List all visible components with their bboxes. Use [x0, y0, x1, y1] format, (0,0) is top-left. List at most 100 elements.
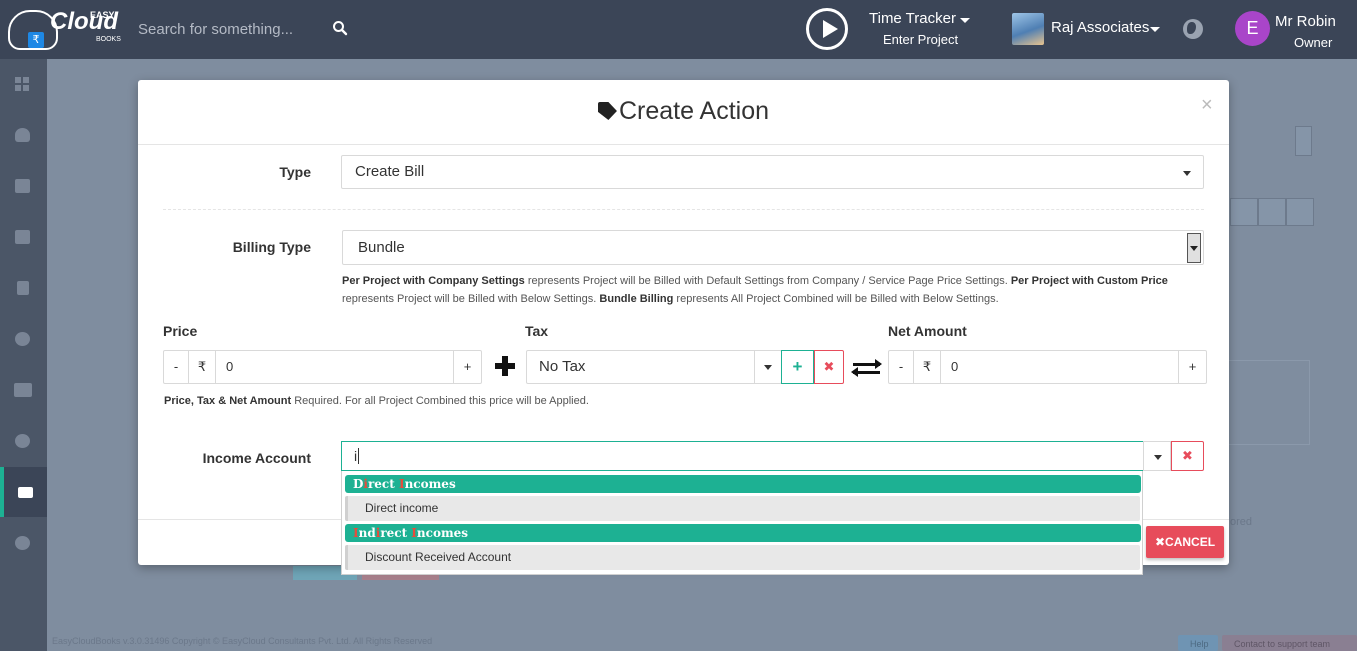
billing-type-help-text: Per Project with Company Settings repres… [342, 272, 1212, 308]
logo-books-text: BOOKS [96, 36, 121, 43]
dropdown-group-direct-incomes: Direct Incomes [345, 475, 1141, 493]
tax-dropdown-button[interactable] [754, 351, 781, 383]
billing-type-label: Billing Type [232, 239, 311, 255]
exchange-icon [851, 359, 882, 377]
help-bold-2: Per Project with Custom Price [1010, 275, 1168, 287]
bank-icon [15, 179, 30, 193]
sidebar-item-banking[interactable] [0, 161, 47, 211]
easycloudbooks-logo[interactable]: ₹ Cloud EASY BOOKS [8, 4, 123, 54]
price-input-group: - ₹ 0 + [163, 350, 482, 384]
top-navbar: ₹ Cloud EASY BOOKS Time Tracker Enter Pr… [0, 0, 1357, 59]
price-decrement-button[interactable]: - [164, 351, 189, 383]
globe-icon[interactable] [1183, 19, 1203, 39]
help-bold-1: Per Project with Company Settings [342, 275, 525, 287]
background-button-group [1230, 198, 1314, 226]
net-amount-label: Net Amount [888, 323, 967, 339]
user-name[interactable]: Mr Robin [1275, 13, 1336, 30]
sidebar-item-contacts[interactable] [0, 110, 47, 160]
billing-type-value: Bundle [358, 239, 405, 256]
income-account-clear-button[interactable]: ✖ [1171, 441, 1204, 471]
sidebar-item-documents[interactable] [0, 263, 47, 313]
user-role: Owner [1294, 35, 1333, 50]
plus-circle-icon [15, 434, 30, 448]
logo-easy-text: EASY [90, 10, 115, 20]
envelope-icon [18, 487, 33, 498]
net-amount-decrement-button[interactable]: - [889, 351, 914, 383]
contact-support-button: Contact to support team [1222, 635, 1357, 651]
tag-icon [597, 102, 617, 120]
net-amount-input[interactable]: 0 [941, 351, 1179, 383]
chevron-down-icon [764, 365, 772, 370]
add-tax-button[interactable]: + [781, 350, 814, 384]
modal-title-text: Create Action [618, 97, 770, 125]
dropdown-option-direct-income[interactable]: Direct income [345, 496, 1140, 521]
time-tracker-subtitle[interactable]: Enter Project [883, 32, 958, 47]
clock-icon [15, 332, 30, 346]
tax-select-value: No Tax [539, 358, 586, 375]
net-amount-increment-button[interactable]: + [1178, 351, 1206, 383]
type-select-value: Create Bill [355, 163, 425, 180]
sidebar-item-messages[interactable] [0, 467, 47, 517]
company-name[interactable]: Raj Associates [1051, 19, 1149, 36]
dropdown-option-discount-received-account[interactable]: Discount Received Account [345, 545, 1140, 570]
page-footer: EasyCloudBooks v.3.0.31496 Copyright © E… [52, 636, 433, 646]
help-text-2: represents Project will be Billed with B… [342, 293, 600, 305]
company-caret-icon[interactable] [1150, 27, 1160, 32]
price-label: Price [163, 323, 198, 339]
close-icon[interactable]: × [1201, 94, 1213, 117]
group-text: D [353, 477, 364, 491]
price-increment-button[interactable]: + [453, 351, 481, 383]
chevron-down-icon [1154, 455, 1162, 460]
tax-label: Tax [525, 323, 549, 339]
price-input[interactable]: 0 [216, 351, 454, 383]
billing-type-select[interactable]: Bundle [342, 230, 1204, 265]
time-tracker-title[interactable]: Time Tracker [869, 10, 956, 27]
divider [163, 209, 1204, 210]
user-avatar[interactable]: E [1235, 11, 1270, 46]
help-button: Help [1178, 635, 1218, 651]
sidebar-item-reports[interactable] [0, 365, 47, 415]
type-select[interactable]: Create Bill [341, 155, 1204, 189]
required-note-text: Required. For all Project Combined this … [291, 395, 589, 407]
type-label: Type [279, 164, 311, 180]
search-icon[interactable] [332, 20, 348, 36]
net-amount-currency-addon: ₹ [914, 351, 941, 383]
income-account-dropdown: Direct Incomes Direct income Indirect In… [341, 471, 1143, 575]
sidebar-item-settings[interactable] [0, 518, 47, 568]
group-text: ncomes [416, 526, 469, 540]
sidebar-item-dashboard[interactable] [0, 59, 47, 109]
billing-type-dropdown-arrow-icon[interactable] [1187, 233, 1201, 263]
time-tracker-caret-icon[interactable] [960, 18, 970, 23]
document-icon [17, 281, 29, 295]
dashboard-icon [15, 77, 30, 91]
help-label: Help [1190, 639, 1209, 649]
group-text: ncomes [404, 477, 456, 491]
background-panel [1225, 360, 1310, 445]
remove-tax-button[interactable]: ✖ [814, 350, 844, 384]
play-timer-icon[interactable] [806, 8, 848, 50]
sidebar [0, 59, 47, 651]
modal-header: Create Action × [138, 80, 1229, 145]
chevron-down-icon [1183, 171, 1191, 176]
sidebar-item-projects[interactable] [0, 212, 47, 262]
plus-icon [495, 356, 515, 376]
group-text: rect [367, 477, 399, 491]
dropdown-group-indirect-incomes: Indirect Incomes [345, 524, 1141, 542]
background-stored-text: ored [1230, 516, 1253, 528]
income-account-search-input[interactable]: i [341, 441, 1144, 471]
help-text-3: represents All Project Combined will be … [673, 293, 999, 305]
text-cursor [358, 448, 360, 464]
modal-title: Create Action [138, 97, 1229, 126]
income-account-typed-value: i [354, 448, 358, 464]
support-label: Contact to support team [1234, 639, 1331, 649]
search-input[interactable] [138, 18, 328, 40]
price-required-note: Price, Tax & Net Amount Required. For al… [164, 395, 589, 407]
company-avatar[interactable] [1012, 13, 1044, 45]
sidebar-item-create[interactable] [0, 416, 47, 466]
income-account-dropdown-button[interactable] [1143, 441, 1171, 471]
cancel-button[interactable]: ✖CANCEL [1146, 526, 1224, 558]
sidebar-item-time[interactable] [0, 314, 47, 364]
tax-select[interactable]: No Tax [526, 350, 782, 384]
background-select [1295, 126, 1312, 156]
briefcase-icon [15, 230, 30, 244]
